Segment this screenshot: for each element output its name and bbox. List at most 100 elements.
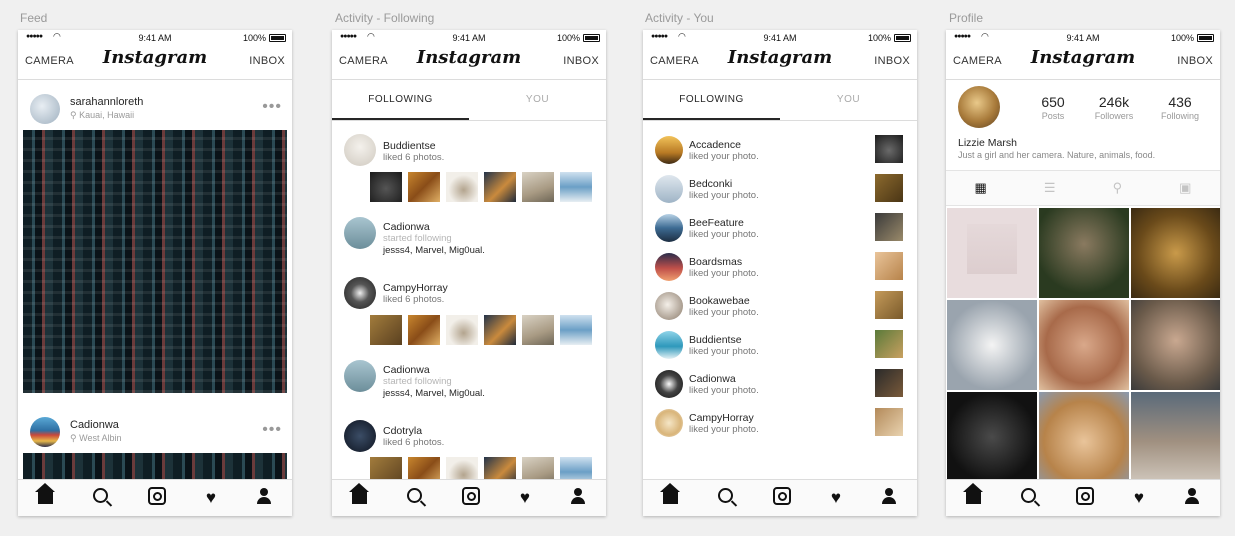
activity-username[interactable]: Cadionwa (689, 373, 736, 385)
stat-following[interactable]: 436 Following (1150, 94, 1210, 121)
list-item[interactable]: Cadionwa liked your photo. (643, 367, 917, 406)
profile-icon[interactable] (881, 487, 897, 509)
heart-icon[interactable]: ♥ (206, 488, 216, 508)
list-item[interactable]: Boardsmas liked your photo. (643, 250, 917, 289)
home-icon[interactable] (348, 482, 369, 509)
camera-icon[interactable] (1075, 486, 1094, 510)
list-item[interactable]: CampyHorray liked your photo. (643, 406, 917, 445)
avatar[interactable] (655, 292, 683, 320)
home-icon[interactable] (34, 482, 55, 509)
thumbnail[interactable] (875, 369, 903, 397)
activity-username[interactable]: Cadionwa (383, 221, 430, 233)
inbox-button[interactable]: INBOX (249, 55, 285, 67)
thumbnail[interactable] (484, 172, 516, 202)
tab-following[interactable]: FOLLOWING (332, 80, 469, 120)
search-icon[interactable] (717, 488, 733, 508)
thumbnail[interactable] (408, 172, 440, 202)
list-view-icon[interactable]: ☰ (1044, 180, 1056, 196)
avatar[interactable] (30, 417, 60, 447)
stat-posts[interactable]: 650 Posts (1023, 94, 1083, 121)
camera-icon[interactable] (461, 486, 480, 510)
post-photo[interactable] (23, 130, 287, 393)
avatar[interactable] (30, 94, 60, 124)
grid-photo[interactable] (1039, 208, 1129, 298)
map-pin-icon[interactable]: ⚲ (1113, 180, 1123, 196)
list-item[interactable]: Buddientse liked your photo. (643, 328, 917, 367)
activity-username[interactable]: CampyHorray (383, 282, 448, 294)
profile-avatar[interactable] (958, 86, 1000, 128)
post-location[interactable]: West Albin (79, 433, 121, 443)
grid-photo[interactable] (1131, 392, 1220, 482)
grid-view-icon[interactable]: ▦ (975, 180, 987, 196)
grid-photo[interactable] (1039, 300, 1129, 390)
avatar[interactable] (344, 217, 376, 249)
thumbnail[interactable] (370, 315, 402, 345)
thumbnail[interactable] (875, 408, 903, 436)
grid-photo[interactable] (947, 300, 1037, 390)
avatar[interactable] (344, 277, 376, 309)
tab-you[interactable]: YOU (469, 80, 606, 120)
activity-username[interactable]: Boardsmas (689, 256, 742, 268)
followed-users[interactable]: jesss4, Marvel, Mig0ual. (383, 388, 485, 399)
activity-username[interactable]: Accadence (689, 139, 741, 151)
search-icon[interactable] (92, 488, 108, 508)
search-icon[interactable] (1020, 488, 1036, 508)
grid-photo[interactable] (947, 208, 1037, 298)
list-item[interactable]: Bookawebae liked your photo. (643, 289, 917, 328)
tab-following[interactable]: FOLLOWING (643, 80, 780, 120)
camera-icon[interactable] (772, 486, 791, 510)
heart-icon[interactable]: ♥ (1134, 488, 1144, 508)
home-icon[interactable] (962, 482, 983, 509)
grid-photo[interactable] (1131, 208, 1220, 298)
more-options-button[interactable]: ••• (262, 421, 282, 439)
thumbnail[interactable] (875, 252, 903, 280)
activity-username[interactable]: CampyHorray (689, 412, 754, 424)
thumbnail[interactable] (875, 330, 903, 358)
profile-icon[interactable] (570, 487, 586, 509)
profile-icon[interactable] (1184, 487, 1200, 509)
avatar[interactable] (655, 175, 683, 203)
thumbnail[interactable] (875, 291, 903, 319)
heart-icon[interactable]: ♥ (831, 488, 841, 508)
inbox-button[interactable]: INBOX (1177, 55, 1213, 67)
activity-username[interactable]: Bookawebae (689, 295, 750, 307)
post-username[interactable]: sarahannloreth (70, 96, 143, 108)
followed-users[interactable]: jesss4, Marvel, Mig0ual. (383, 245, 485, 256)
stat-followers[interactable]: 246k Followers (1084, 94, 1144, 121)
post-location[interactable]: Kauai, Hawaii (79, 110, 134, 120)
avatar[interactable] (344, 134, 376, 166)
thumbnail[interactable] (446, 315, 478, 345)
activity-username[interactable]: BeeFeature (689, 217, 744, 229)
avatar[interactable] (344, 420, 376, 452)
heart-icon[interactable]: ♥ (520, 488, 530, 508)
avatar[interactable] (655, 331, 683, 359)
activity-username[interactable]: Cadionwa (383, 364, 430, 376)
grid-photo[interactable] (1039, 392, 1129, 482)
profile-icon[interactable] (256, 487, 272, 509)
avatar[interactable] (344, 360, 376, 392)
activity-username[interactable]: Cdotryla (383, 425, 422, 437)
list-item[interactable]: BeeFeature liked your photo. (643, 211, 917, 250)
grid-photo[interactable] (1131, 300, 1220, 390)
thumbnail[interactable] (560, 172, 592, 202)
thumbnail[interactable] (560, 315, 592, 345)
avatar[interactable] (655, 136, 683, 164)
inbox-button[interactable]: INBOX (874, 55, 910, 67)
list-item[interactable]: Bedconki liked your photo. (643, 172, 917, 211)
home-icon[interactable] (659, 482, 680, 509)
avatar[interactable] (655, 214, 683, 242)
grid-photo[interactable] (947, 392, 1037, 482)
thumbnail[interactable] (446, 172, 478, 202)
thumbnail[interactable] (522, 172, 554, 202)
activity-username[interactable]: Buddientse (689, 334, 742, 346)
avatar[interactable] (655, 370, 683, 398)
activity-username[interactable]: Buddientse (383, 140, 436, 152)
tagged-icon[interactable]: ▣ (1179, 180, 1191, 196)
activity-username[interactable]: Bedconki (689, 178, 732, 190)
thumbnail[interactable] (875, 174, 903, 202)
thumbnail[interactable] (370, 172, 402, 202)
search-icon[interactable] (406, 488, 422, 508)
avatar[interactable] (655, 253, 683, 281)
thumbnail[interactable] (522, 315, 554, 345)
inbox-button[interactable]: INBOX (563, 55, 599, 67)
